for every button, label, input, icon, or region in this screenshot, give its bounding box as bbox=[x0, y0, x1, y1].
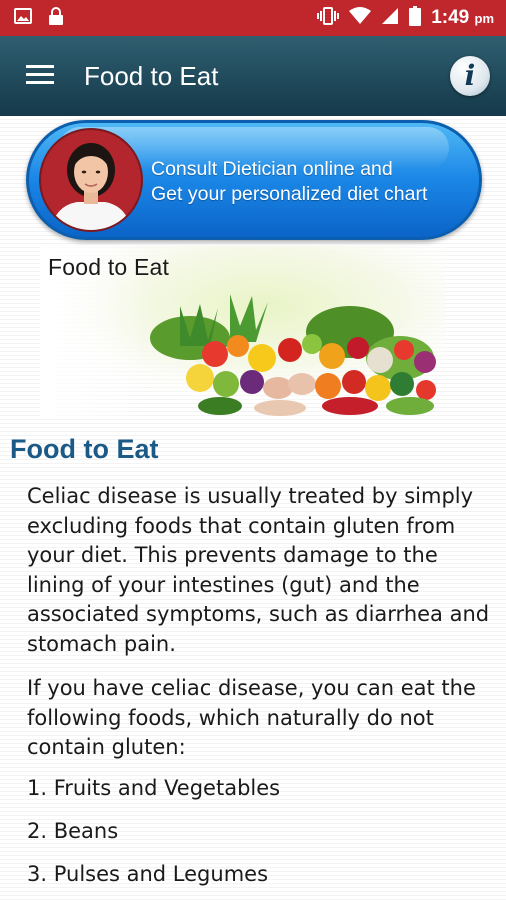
list-item: 1. Fruits and Vegetables bbox=[27, 776, 281, 800]
content-area[interactable]: Consult Dietician online and Get your pe… bbox=[0, 116, 506, 900]
wifi-icon bbox=[349, 7, 372, 29]
hamburger-menu-icon bbox=[26, 63, 54, 89]
hamburger-menu-button[interactable] bbox=[0, 36, 80, 116]
banner-line-2: Get your personalized diet chart bbox=[151, 183, 428, 205]
status-bar: 1:49 pm bbox=[0, 0, 506, 36]
list-item: 2. Beans bbox=[27, 819, 119, 843]
vibrate-icon bbox=[317, 7, 340, 29]
paragraph-2: If you have celiac disease, you can eat … bbox=[27, 676, 476, 759]
banner-text: Consult Dietician online and Get your pe… bbox=[151, 157, 467, 207]
info-button[interactable]: i bbox=[450, 56, 490, 96]
lock-icon bbox=[48, 6, 64, 30]
image-icon bbox=[14, 8, 32, 28]
clock-ampm: pm bbox=[474, 11, 495, 26]
dietician-avatar bbox=[39, 128, 143, 232]
banner-line-1: Consult Dietician online and bbox=[151, 158, 393, 180]
paragraph-1: Celiac disease is usually treated by sim… bbox=[27, 484, 490, 656]
battery-icon bbox=[409, 6, 422, 30]
app-bar: Food to Eat i bbox=[0, 36, 506, 116]
image-caption: Food to Eat bbox=[48, 254, 170, 280]
list-item: 3. Pulses and Legumes bbox=[27, 862, 269, 886]
clock-time: 1:49 bbox=[431, 7, 470, 28]
clock: 1:49 pm bbox=[431, 7, 494, 29]
section-heading: Food to Eat bbox=[10, 434, 159, 464]
page-title: Food to Eat bbox=[84, 60, 219, 91]
info-icon: i bbox=[464, 59, 476, 92]
signal-icon bbox=[381, 7, 399, 29]
consult-dietician-banner[interactable]: Consult Dietician online and Get your pe… bbox=[26, 120, 482, 240]
